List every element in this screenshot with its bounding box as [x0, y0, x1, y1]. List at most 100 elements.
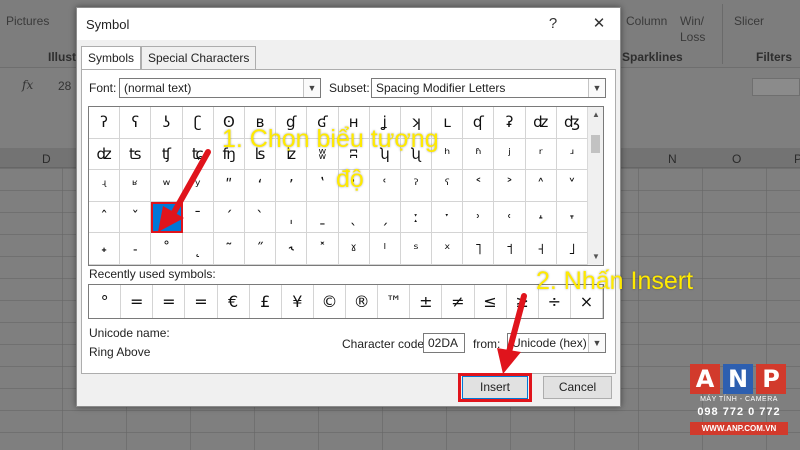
symbol-cell[interactable]: ˅: [556, 170, 588, 202]
symbol-cell[interactable]: ˩: [556, 233, 588, 265]
symbol-cell[interactable]: ʼ: [276, 170, 308, 202]
symbol-cell[interactable]: ʴ: [556, 138, 588, 171]
recent-symbol-cell[interactable]: ¥: [282, 285, 314, 318]
recent-symbol-cell[interactable]: €: [218, 285, 250, 318]
column-header-d[interactable]: D: [42, 152, 51, 166]
recent-symbol-cell[interactable]: ≥: [507, 285, 539, 318]
scroll-up-icon[interactable]: ▲: [588, 107, 604, 123]
symbol-cell[interactable]: ˄: [525, 170, 557, 202]
symbol-grid-scrollbar[interactable]: ▲ ▼: [587, 107, 603, 265]
symbol-cell[interactable]: ʣ: [525, 107, 557, 139]
symbol-cell[interactable]: ʿ: [369, 170, 401, 202]
column-header-n[interactable]: N: [668, 152, 677, 166]
chevron-down-icon[interactable]: ▼: [303, 79, 320, 97]
recent-symbol-cell[interactable]: ®: [346, 285, 379, 318]
symbol-cell[interactable]: ˉ: [182, 201, 214, 234]
symbol-cell[interactable]: ˛: [182, 233, 214, 265]
chevron-down-icon[interactable]: ▼: [588, 334, 605, 352]
symbol-cell[interactable]: ʳ: [525, 138, 557, 171]
symbol-cell[interactable]: ˢ: [400, 233, 433, 265]
symbol-cell[interactable]: ˇ: [120, 201, 152, 234]
symbol-cell[interactable]: ˓: [494, 201, 526, 234]
symbol-cell[interactable]: ˦: [494, 233, 526, 265]
symbol-cell[interactable]: ʷ: [151, 170, 183, 202]
scroll-thumb[interactable]: [591, 135, 600, 153]
symbol-cell[interactable]: ˃: [494, 170, 526, 202]
column-header-p[interactable]: P: [794, 152, 800, 166]
symbol-cell[interactable]: ˀ: [400, 170, 433, 202]
symbol-cell[interactable]: ʠ: [463, 107, 495, 139]
symbol-cell[interactable]: ˟: [307, 233, 339, 265]
symbol-cell[interactable]: ˝: [244, 233, 277, 265]
symbol-cell[interactable]: ʽ: [307, 170, 339, 202]
symbol-cell[interactable]: ʔ: [89, 107, 121, 139]
symbol-cell[interactable]: ˆ: [89, 201, 121, 234]
dialog-titlebar[interactable]: Symbol ? ✕: [77, 8, 620, 40]
symbol-cell[interactable]: ʕ: [120, 107, 152, 139]
symbol-cell[interactable]: ʧ: [151, 138, 183, 171]
symbol-cell[interactable]: ˒: [463, 201, 495, 234]
tab-symbols[interactable]: Symbols: [81, 46, 142, 71]
tab-special-characters[interactable]: Special Characters: [141, 46, 257, 70]
symbol-cell[interactable]: ː: [400, 201, 433, 234]
symbol-cell[interactable]: ʤ: [556, 107, 588, 139]
recent-symbol-cell[interactable]: ≤: [475, 285, 507, 318]
symbol-cell-selected[interactable]: ˈ: [151, 201, 183, 234]
font-select[interactable]: (normal text) ▼: [119, 78, 321, 98]
symbol-cell[interactable]: ˁ: [432, 170, 464, 202]
symbol-cell[interactable]: ʺ: [213, 170, 245, 202]
symbol-cell[interactable]: ˕: [556, 201, 588, 234]
symbol-cell[interactable]: ʲ: [494, 138, 526, 171]
symbol-cell[interactable]: ʻ: [244, 170, 277, 202]
recent-symbol-cell[interactable]: ≠: [442, 285, 475, 318]
symbol-cell[interactable]: ˋ: [244, 201, 277, 234]
symbol-cell[interactable]: ˚: [151, 233, 183, 265]
symbol-cell[interactable]: ʖ: [151, 107, 183, 139]
symbol-cell[interactable]: ʣ: [89, 138, 121, 171]
recent-symbol-cell[interactable]: °: [89, 285, 122, 318]
recent-symbol-cell[interactable]: ±: [410, 285, 443, 318]
ribbon-column-sparkline[interactable]: Column: [626, 14, 667, 28]
symbol-cell[interactable]: ʗ: [182, 107, 214, 139]
close-button[interactable]: ✕: [585, 12, 613, 36]
recent-symbol-cell[interactable]: ©: [314, 285, 346, 318]
symbol-cell[interactable]: ˖: [89, 233, 121, 265]
formula-input[interactable]: [752, 78, 800, 96]
chevron-down-icon[interactable]: ▼: [588, 79, 605, 97]
ribbon-pictures-label[interactable]: Pictures: [6, 14, 49, 28]
symbol-cell[interactable]: ˜: [213, 233, 245, 265]
recent-symbol-cell[interactable]: =: [121, 285, 154, 318]
symbol-cell[interactable]: ʸ: [182, 170, 214, 202]
symbol-cell[interactable]: ˌ: [276, 201, 308, 234]
ribbon-winloss-label[interactable]: Win/: [680, 14, 704, 28]
recent-symbol-cell[interactable]: ™: [378, 285, 411, 318]
symbol-cell[interactable]: ʨ: [182, 138, 214, 171]
help-button[interactable]: ?: [539, 12, 567, 36]
scroll-down-icon[interactable]: ▼: [588, 249, 604, 265]
from-select[interactable]: Unicode (hex) ▼: [507, 333, 606, 353]
symbol-cell[interactable]: ˍ: [307, 201, 339, 234]
ribbon-slicer[interactable]: Slicer: [734, 14, 764, 28]
ribbon-winloss-label-2[interactable]: Loss: [680, 30, 705, 44]
fx-icon[interactable]: fx: [8, 78, 48, 96]
symbol-cell[interactable]: ʵ: [89, 170, 121, 202]
symbol-cell[interactable]: ʦ: [120, 138, 152, 171]
recent-symbol-cell[interactable]: =: [185, 285, 218, 318]
symbol-cell[interactable]: ʱ: [463, 138, 495, 171]
symbol-cell[interactable]: ˊ: [213, 201, 245, 234]
symbol-cell[interactable]: ˡ: [369, 233, 401, 265]
symbol-cell[interactable]: ˧: [525, 233, 557, 265]
symbol-cell[interactable]: ˗: [120, 233, 152, 265]
symbol-cell[interactable]: ˞: [276, 233, 308, 265]
symbol-cell[interactable]: ʶ: [120, 170, 152, 202]
symbol-cell[interactable]: ʡ: [494, 107, 526, 139]
symbol-cell[interactable]: ˂: [463, 170, 495, 202]
symbol-cell[interactable]: ˎ: [338, 201, 370, 234]
symbol-cell[interactable]: ˔: [525, 201, 557, 234]
symbol-cell[interactable]: ˑ: [432, 201, 464, 234]
recent-symbol-cell[interactable]: £: [250, 285, 282, 318]
symbol-cell[interactable]: ˠ: [338, 233, 370, 265]
subset-select[interactable]: Spacing Modifier Letters ▼: [371, 78, 606, 98]
recent-symbol-cell[interactable]: =: [153, 285, 186, 318]
symbol-cell[interactable]: ˏ: [369, 201, 401, 234]
